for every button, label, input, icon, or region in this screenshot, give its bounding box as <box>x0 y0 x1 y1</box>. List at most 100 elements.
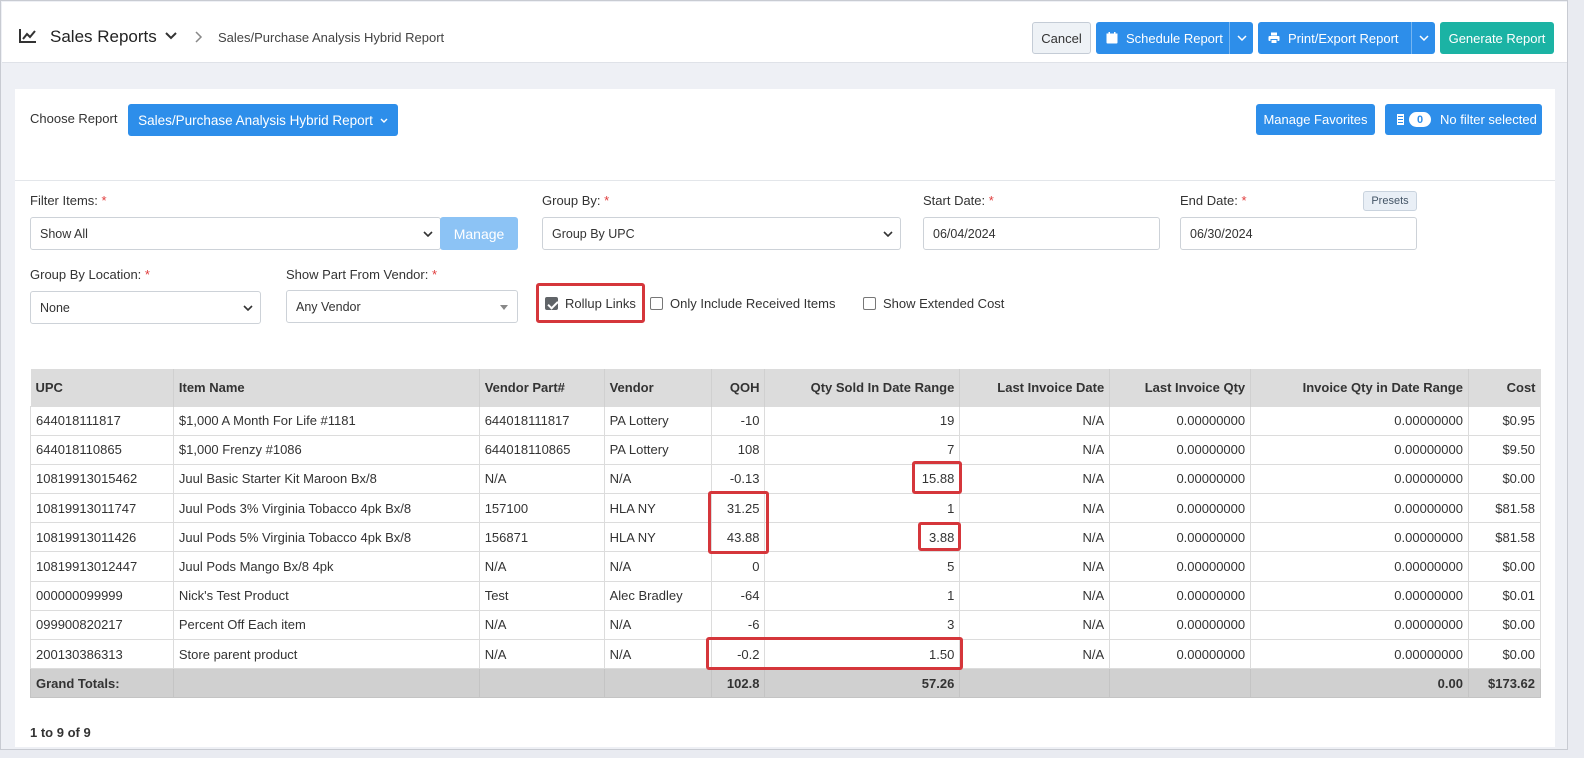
table-row[interactable]: 000000099999 Nick's Test Product Test Alec … <box>30 580 1542 611</box>
chevron-down-icon <box>883 230 893 237</box>
column-header[interactable]: Qty Sold In Date Range <box>764 369 960 406</box>
column-header[interactable]: Last Invoice Qty <box>1109 369 1251 406</box>
checkbox[interactable] <box>650 297 663 310</box>
vendor-label: Show Part From Vendor: * <box>286 267 438 282</box>
schedule-report-button[interactable]: Schedule Report <box>1096 22 1253 54</box>
total-cell: 0.00 <box>1250 668 1469 699</box>
selected-report: Sales/Purchase Analysis Hybrid Report <box>138 112 373 128</box>
table-row[interactable]: 10819913011747 Juul Pods 3% Virginia Toba… <box>30 493 1542 524</box>
line-chart-icon <box>19 29 36 43</box>
group-by-select[interactable]: Group By UPC <box>542 217 901 250</box>
generate-report-button[interactable]: Generate Report <box>1440 22 1554 54</box>
choose-report-label: Choose Report <box>30 111 118 126</box>
report-table: UPC Item Name Vendor Part# Vendor QOH Qt… <box>30 369 1542 699</box>
column-header[interactable]: Last Invoice Date <box>959 369 1110 406</box>
vendor-select[interactable]: Any Vendor <box>286 290 518 323</box>
group-by-location-label: Group By Location: * <box>30 267 150 282</box>
choose-report-dropdown[interactable]: Sales/Purchase Analysis Hybrid Report <box>128 104 398 136</box>
chevron-down-icon[interactable] <box>165 32 177 40</box>
table-cell: 10819913012447 <box>30 551 174 582</box>
table-cell: 0.00000000 <box>1109 580 1252 611</box>
table-cell: $1,000 A Month For Life #1181 <box>172 405 480 436</box>
manage-favorites-button[interactable]: Manage Favorites <box>1256 104 1375 135</box>
print-dropdown-toggle[interactable] <box>1411 22 1435 54</box>
pagination-info: 1 to 9 of 9 <box>30 725 91 740</box>
table-cell: 0.00000000 <box>1109 405 1252 436</box>
end-date-input[interactable]: 06/30/2024 <box>1180 217 1417 250</box>
table-cell: 0.00000000 <box>1109 434 1252 465</box>
chevron-right-icon <box>195 31 203 43</box>
table-cell: $0.00 <box>1467 463 1542 495</box>
schedule-dropdown-toggle[interactable] <box>1229 22 1253 54</box>
column-header[interactable]: Vendor Part# <box>478 369 605 406</box>
table-row[interactable]: 099900820217 Percent Off Each item N/A N/A -… <box>30 609 1542 641</box>
rollup-links-checkbox[interactable]: Rollup Links <box>545 296 636 311</box>
divider <box>15 180 1555 181</box>
table-cell: HLA NY <box>603 493 712 524</box>
table-cell: Juul Basic Starter Kit Maroon Bx/8 <box>172 463 480 495</box>
table-cell: 31.25 <box>710 493 766 524</box>
table-cell: 0.00000000 <box>1250 493 1469 524</box>
table-cell: $81.58 <box>1467 493 1542 524</box>
table-cell: N/A <box>603 638 712 670</box>
table-row[interactable]: 200130386313 Store parent product N/A N/A -0… <box>30 638 1542 670</box>
column-header[interactable]: QOH <box>710 369 765 406</box>
only-received-checkbox[interactable]: Only Include Received Items <box>650 296 835 311</box>
report-panel: Choose Report Sales/Purchase Analysis Hy… <box>15 89 1555 747</box>
presets-button[interactable]: Presets <box>1363 191 1417 211</box>
table-cell: 1 <box>764 580 961 611</box>
filter-count-badge: 0 <box>1409 112 1431 127</box>
table-row[interactable]: 10819913012447 Juul Pods Mango Bx/8 4pk N/… <box>30 551 1542 582</box>
column-header[interactable]: Invoice Qty in Date Range <box>1250 369 1469 406</box>
table-cell: $1,000 Frenzy #1086 <box>172 434 480 465</box>
table-cell: 0.00000000 <box>1250 551 1469 582</box>
table-cell: 19 <box>764 405 961 436</box>
table-cell: 108 <box>710 434 766 465</box>
filter-items-label: Filter Items: * <box>30 193 107 208</box>
column-header[interactable]: Vendor <box>603 369 712 406</box>
table-cell: 0.00000000 <box>1250 405 1469 436</box>
table-cell: 15.88 <box>764 463 961 495</box>
manage-filter-button[interactable]: Manage <box>440 217 518 250</box>
group-by-location-select[interactable]: None <box>30 291 261 324</box>
table-cell: 0.00000000 <box>1109 609 1252 641</box>
table-cell: 0.00000000 <box>1250 522 1469 553</box>
column-header[interactable]: Item Name <box>172 369 480 406</box>
checkbox[interactable] <box>863 297 876 310</box>
extended-cost-checkbox[interactable]: Show Extended Cost <box>863 296 1004 311</box>
table-row[interactable]: 644018111817 $1,000 A Month For Life #118… <box>30 405 1542 436</box>
table-cell: N/A <box>959 463 1111 495</box>
table-cell: 000000099999 <box>30 580 174 611</box>
table-cell: N/A <box>478 463 605 495</box>
total-cell <box>478 668 605 699</box>
filter-status-button[interactable]: 0 No filter selected <box>1385 104 1542 135</box>
table-cell: N/A <box>478 609 605 641</box>
table-cell: 43.88 <box>710 522 766 553</box>
table-cell: 3 <box>764 609 961 641</box>
filter-items-select[interactable]: Show All <box>30 217 441 250</box>
table-row[interactable]: 644018110865 $1,000 Frenzy #1086 644018110… <box>30 434 1542 465</box>
column-header[interactable]: Cost <box>1467 369 1541 406</box>
total-cell <box>172 668 480 699</box>
checkbox-checked[interactable] <box>545 297 558 310</box>
table-cell: Store parent product <box>172 638 480 670</box>
column-header[interactable]: UPC <box>30 369 174 406</box>
table-row[interactable]: 10819913011426 Juul Pods 5% Virginia Toba… <box>30 522 1542 553</box>
start-date-input[interactable]: 06/04/2024 <box>923 217 1160 250</box>
table-cell: 10819913011747 <box>30 493 174 524</box>
table-cell: -10 <box>710 405 766 436</box>
table-cell: $9.50 <box>1467 434 1542 465</box>
caret-down-icon <box>500 304 508 310</box>
table-cell: N/A <box>603 463 712 495</box>
top-bar: Sales Reports Sales/Purchase Analysis Hy… <box>2 2 1567 63</box>
table-row[interactable]: 10819913015462 Juul Basic Starter Kit Mar… <box>30 463 1542 495</box>
table-cell: 0.00000000 <box>1250 609 1469 641</box>
table-cell: $0.95 <box>1467 405 1542 436</box>
table-cell: Test <box>478 580 605 611</box>
table-cell: N/A <box>959 434 1111 465</box>
table-cell: 099900820217 <box>30 609 174 641</box>
print-export-button[interactable]: Print/Export Report <box>1258 22 1435 54</box>
page-title[interactable]: Sales Reports <box>50 27 157 47</box>
table-cell: 0.00000000 <box>1109 522 1252 553</box>
cancel-button[interactable]: Cancel <box>1032 22 1091 54</box>
